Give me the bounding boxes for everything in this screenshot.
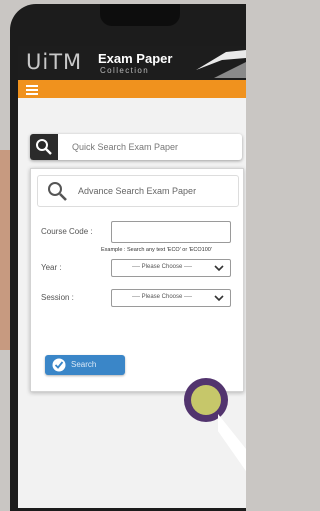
checkmark-circle-icon [52, 358, 66, 372]
course-code-label: Course Code : [41, 227, 93, 236]
brand-logo: UiTM [26, 50, 83, 74]
app-header: UiTM Exam Paper Collection [18, 46, 246, 80]
phone-notch [100, 4, 180, 26]
year-select-value: ---- Please Choose ---- [132, 264, 193, 270]
chevron-down-icon [214, 265, 224, 272]
advanced-search-header[interactable]: Advance Search Exam Paper [37, 175, 239, 207]
app-screen: UiTM Exam Paper Collection Quick Search … [18, 46, 246, 508]
header-swoosh-icon [196, 50, 246, 78]
quick-search-icon-box [30, 134, 58, 160]
search-button-label: Search [71, 360, 97, 369]
course-code-example: Example : Search any text 'ECO' or 'ECO1… [101, 247, 212, 253]
search-button[interactable]: Search [45, 355, 125, 375]
session-select[interactable]: ---- Please Choose ---- [111, 289, 231, 307]
session-select-value: ---- Please Choose ---- [132, 294, 193, 300]
nav-bar [18, 80, 246, 98]
app-title: Exam Paper [98, 51, 173, 66]
search-icon [36, 139, 52, 155]
advanced-search-panel: Advance Search Exam Paper Course Code : … [30, 168, 244, 392]
year-label: Year : [41, 263, 62, 272]
quick-search-label: Quick Search Exam Paper [72, 142, 179, 152]
magnifier-icon [48, 182, 67, 201]
hamburger-menu-icon[interactable] [26, 83, 38, 95]
pointer-cursor-icon [218, 414, 246, 472]
app-subtitle: Collection [100, 66, 150, 75]
session-label: Session : [41, 293, 74, 302]
chevron-down-icon [214, 295, 224, 302]
quick-search-bar[interactable]: Quick Search Exam Paper [30, 134, 242, 160]
year-select[interactable]: ---- Please Choose ---- [111, 259, 231, 277]
course-code-input[interactable] [111, 221, 231, 243]
advanced-search-label: Advance Search Exam Paper [78, 186, 197, 196]
